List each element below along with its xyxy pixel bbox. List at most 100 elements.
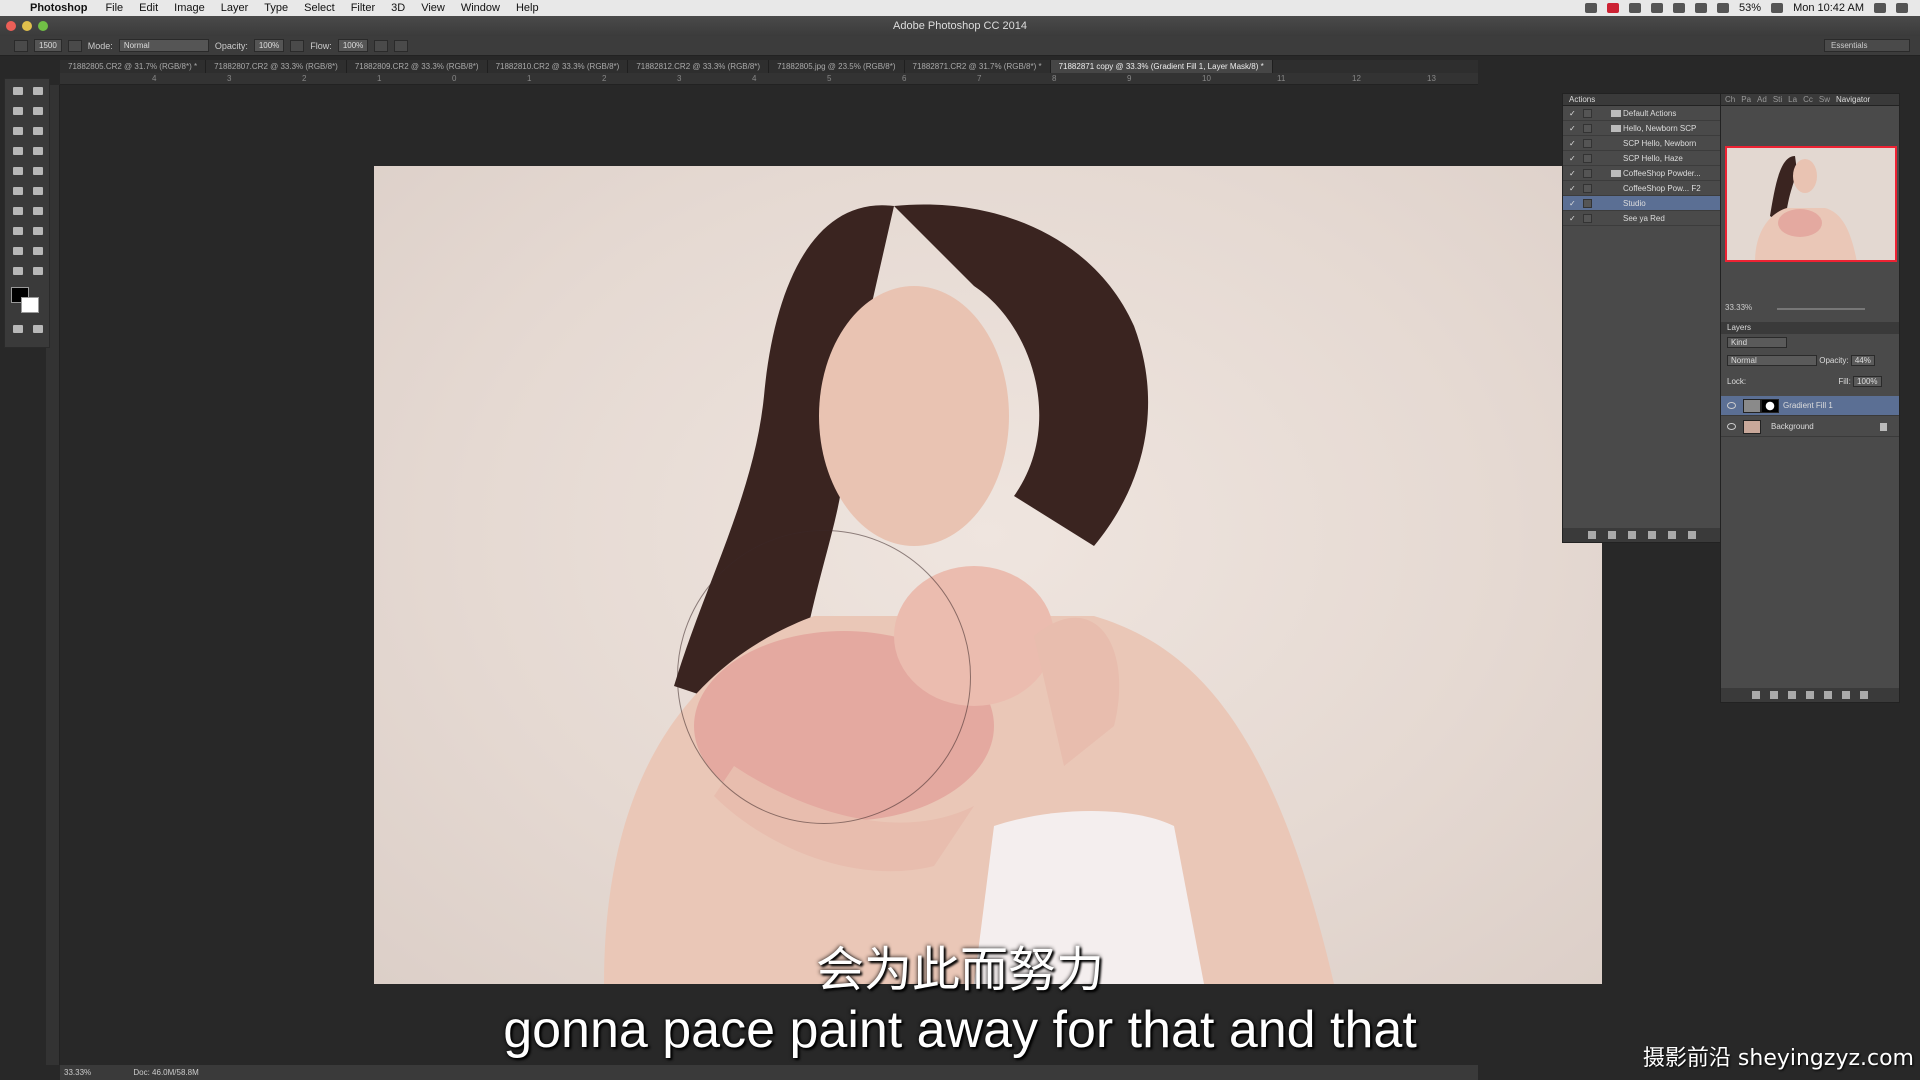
check-icon[interactable]: ✓ (1569, 139, 1578, 148)
check-icon[interactable]: ✓ (1569, 214, 1578, 223)
hand-tool-icon[interactable] (11, 265, 25, 277)
action-set[interactable]: ✓ Hello, Newborn SCP (1563, 121, 1721, 136)
creative-cloud-icon[interactable] (1585, 3, 1598, 13)
menu-window[interactable]: Window (461, 2, 500, 14)
status-doc-size[interactable]: Doc: 46.0M/58.8M (133, 1068, 198, 1077)
background-color-swatch[interactable] (21, 297, 39, 313)
tab-swatches[interactable]: Sw (1819, 94, 1830, 105)
document-tab[interactable]: 71882805.jpg @ 23.5% (RGB/8*) (769, 60, 905, 73)
fx-icon[interactable] (1770, 691, 1778, 699)
airplay-icon[interactable] (1629, 3, 1642, 13)
action-item[interactable]: ✓ SCP Hello, Haze (1563, 151, 1721, 166)
quick-mask-icon[interactable] (11, 323, 25, 335)
gradient-fill-thumbnail[interactable] (1743, 399, 1761, 413)
document-tab[interactable]: 71882809.CR2 @ 33.3% (RGB/8*) (347, 60, 488, 73)
layer-kind-filter[interactable]: Kind (1727, 337, 1787, 348)
layer-mask-thumbnail[interactable] (1761, 399, 1779, 413)
dialog-toggle-icon[interactable] (1583, 214, 1592, 223)
new-action-icon[interactable] (1668, 531, 1676, 539)
tab-color[interactable]: Cc (1803, 94, 1813, 105)
tab-channels[interactable]: Ch (1725, 94, 1735, 105)
visibility-eye-icon[interactable] (1727, 402, 1736, 409)
tab-navigator[interactable]: Navigator (1836, 94, 1870, 105)
document-canvas[interactable] (374, 166, 1602, 984)
close-window-button[interactable] (6, 21, 16, 31)
check-icon[interactable]: ✓ (1569, 124, 1578, 133)
brush-tool-icon[interactable] (31, 145, 45, 157)
navigator-zoom-slider[interactable] (1777, 308, 1865, 310)
tab-paths[interactable]: Pa (1741, 94, 1751, 105)
document-tab[interactable]: 71882807.CR2 @ 33.3% (RGB/8*) (206, 60, 347, 73)
action-set[interactable]: ✓ Default Actions (1563, 106, 1721, 121)
clone-stamp-tool-icon[interactable] (11, 165, 25, 177)
adjustment-layer-icon[interactable] (1806, 691, 1814, 699)
menu-view[interactable]: View (421, 2, 445, 14)
new-layer-icon[interactable] (1842, 691, 1850, 699)
menu-edit[interactable]: Edit (139, 2, 158, 14)
trash-icon[interactable] (1688, 531, 1696, 539)
link-layers-icon[interactable] (1752, 691, 1760, 699)
spotlight-search-icon[interactable] (1874, 3, 1886, 13)
move-tool-icon[interactable] (31, 85, 45, 97)
brush-panel-toggle-icon[interactable] (67, 39, 82, 52)
tab-layer-comps[interactable]: La (1788, 94, 1797, 105)
background-layer-thumbnail[interactable] (1743, 420, 1761, 434)
menu-image[interactable]: Image (174, 2, 205, 14)
menu-help[interactable]: Help (516, 2, 539, 14)
new-group-icon[interactable] (1824, 691, 1832, 699)
workspace-switcher[interactable]: Essentials (1824, 39, 1910, 52)
dialog-toggle-icon[interactable] (1583, 169, 1592, 178)
status-zoom[interactable]: 33.33% (64, 1068, 91, 1077)
delete-layer-icon[interactable] (1860, 691, 1868, 699)
wifi-icon[interactable] (1695, 3, 1708, 13)
crop-tool-icon[interactable] (11, 125, 25, 137)
check-icon[interactable]: ✓ (1569, 169, 1578, 178)
dialog-toggle-icon[interactable] (1583, 124, 1592, 133)
navigator-zoom-value[interactable]: 33.33% (1725, 303, 1752, 312)
brush-tool-preset-icon[interactable] (14, 39, 28, 52)
menu-filter[interactable]: Filter (351, 2, 375, 14)
pressure-opacity-icon[interactable] (290, 39, 305, 52)
menu-select[interactable]: Select (304, 2, 335, 14)
dialog-toggle-icon[interactable] (1583, 154, 1592, 163)
menu-app-name[interactable]: Photoshop (30, 2, 87, 14)
action-item[interactable]: ✓ CoffeeShop Pow... F2 (1563, 181, 1721, 196)
quick-select-tool-icon[interactable] (31, 105, 45, 117)
actions-panel-title[interactable]: Actions (1563, 94, 1721, 106)
check-icon[interactable]: ✓ (1569, 154, 1578, 163)
zoom-window-button[interactable] (38, 21, 48, 31)
pressure-size-icon[interactable] (394, 39, 409, 52)
menubar-clock[interactable]: Mon 10:42 AM (1793, 2, 1864, 14)
bluetooth-icon[interactable] (1673, 3, 1686, 13)
notification-center-icon[interactable] (1896, 3, 1908, 13)
minimize-window-button[interactable] (22, 21, 32, 31)
tab-styles[interactable]: Sti (1773, 94, 1782, 105)
eyedropper-tool-icon[interactable] (31, 125, 45, 137)
dialog-toggle-icon[interactable] (1583, 184, 1592, 193)
dialog-toggle-icon[interactable] (1583, 199, 1592, 208)
marquee-tool-icon[interactable] (11, 85, 25, 97)
dialog-toggle-icon[interactable] (1583, 109, 1592, 118)
document-tab[interactable]: 71882871.CR2 @ 31.7% (RGB/8*) * (905, 60, 1051, 73)
healing-brush-tool-icon[interactable] (11, 145, 25, 157)
tab-adjustments[interactable]: Ad (1757, 94, 1767, 105)
action-item[interactable]: ✓ SCP Hello, Newborn (1563, 136, 1721, 151)
dodge-tool-icon[interactable] (31, 205, 45, 217)
action-set[interactable]: ✓ CoffeeShop Powder... (1563, 166, 1721, 181)
airbrush-icon[interactable] (374, 39, 389, 52)
volume-icon[interactable] (1717, 3, 1730, 13)
navigator-thumbnail[interactable] (1725, 146, 1897, 262)
shape-tool-icon[interactable] (31, 245, 45, 257)
layer-row[interactable]: Background (1721, 417, 1899, 437)
menu-type[interactable]: Type (264, 2, 288, 14)
layer-fill-field[interactable]: 100% (1853, 376, 1882, 387)
zoom-tool-icon[interactable] (31, 265, 45, 277)
record-icon[interactable] (1608, 531, 1616, 539)
type-tool-icon[interactable] (31, 225, 45, 237)
document-tab[interactable]: 71882805.CR2 @ 31.7% (RGB/8*) * (60, 60, 207, 73)
history-brush-tool-icon[interactable] (31, 165, 45, 177)
brush-size-field[interactable]: 1500 (34, 39, 62, 52)
visibility-eye-icon[interactable] (1727, 423, 1736, 430)
gradient-tool-icon[interactable] (31, 185, 45, 197)
eraser-tool-icon[interactable] (11, 185, 25, 197)
